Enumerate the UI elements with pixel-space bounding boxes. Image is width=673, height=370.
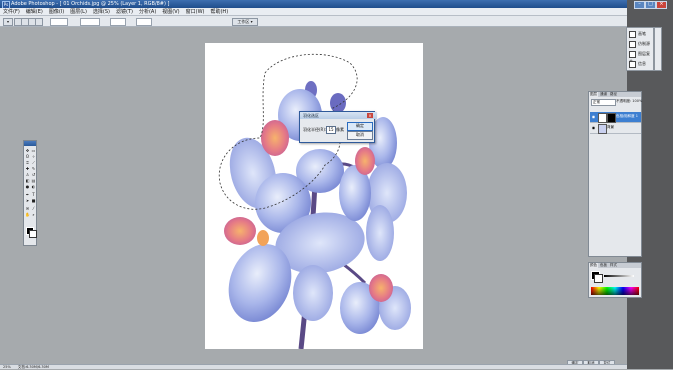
menu-select[interactable]: 选择(S)	[90, 8, 113, 15]
toolbox-header[interactable]	[24, 141, 36, 146]
menu-view[interactable]: 视图(V)	[159, 8, 182, 15]
eye-icon[interactable]: ◉	[591, 125, 596, 130]
pen-tool-icon[interactable]: ✒	[25, 192, 30, 197]
layer-thumbnail	[598, 124, 607, 134]
color-panel: 颜色 色板 样式	[588, 262, 642, 298]
tab-channels[interactable]: 通道	[599, 92, 608, 97]
dock-side-strip[interactable]	[654, 27, 662, 71]
type-tool-icon[interactable]: T	[31, 192, 36, 197]
color-panel-tabs: 颜色 色板 样式	[589, 263, 641, 268]
tab-swatches[interactable]: 色板	[599, 263, 608, 268]
minimize-button[interactable]: –	[634, 1, 645, 9]
toolbox: ✥ ▭ ʘ ✧ ⌗ ⟋ ✚ ✎ ♙ ↺ ◧ ▤ ● ◐ ✒ T ➤ ■ ✉ ⁄ …	[23, 140, 37, 246]
menu-layer[interactable]: 图层(L)	[67, 8, 90, 15]
layers-panel: 图层 通道 路径 正常 不透明度: 100% ◉ 色相/饱和度 1 ◉ 背景	[588, 91, 642, 257]
dock-item-info[interactable]: 信息	[629, 60, 653, 68]
dock-item-clone-source[interactable]: 仿制源	[629, 40, 653, 48]
eyedropper-tool-icon[interactable]: ⁄	[31, 206, 36, 211]
ok-button[interactable]: 确定	[347, 122, 373, 131]
eraser-tool-icon[interactable]: ◧	[25, 178, 30, 183]
menu-edit[interactable]: 编辑(E)	[23, 8, 46, 15]
menu-filter[interactable]: 滤镜(T)	[113, 8, 136, 15]
options-bar: ▾ 工作区 ▾	[0, 16, 627, 27]
clone-stamp-tool-icon[interactable]: ♙	[25, 172, 30, 177]
dialog-title[interactable]: 羽化选区	[300, 112, 377, 119]
eye-icon[interactable]: ◉	[591, 114, 596, 119]
hand-tool-icon[interactable]: ✋	[25, 212, 30, 217]
document-canvas[interactable]	[205, 43, 423, 350]
healing-brush-tool-icon[interactable]: ✚	[25, 166, 30, 171]
window-title: Adobe Photoshop - [ 01 Orchids.jpg @ 25%…	[11, 1, 170, 7]
blur-tool-icon[interactable]: ●	[25, 184, 30, 189]
menu-image[interactable]: 图像(I)	[46, 8, 67, 15]
marquee-tool-icon[interactable]: ▭	[31, 148, 36, 153]
background-color-swatch[interactable]	[29, 230, 37, 238]
maximize-button[interactable]: □	[645, 1, 656, 9]
collapsed-palette-dock: 画笔 仿制源 图层复合 信息	[626, 27, 654, 71]
feather-input[interactable]	[50, 18, 68, 26]
layer-name: 背景	[607, 125, 614, 129]
intersect-selection-icon[interactable]	[35, 18, 43, 26]
dock-item-brushes[interactable]: 画笔	[629, 30, 653, 38]
tool-presets-icon	[629, 40, 636, 48]
gradient-tool-icon[interactable]: ▤	[31, 178, 36, 183]
layers-panel-tabs: 图层 通道 路径	[589, 92, 641, 97]
menu-bar: 文件(F) 编辑(E) 图像(I) 图层(L) 选择(S) 滤镜(T) 分析(A…	[0, 8, 627, 16]
document-info: 文档:6.30M/6.30M	[17, 365, 49, 369]
dodge-tool-icon[interactable]: ◐	[31, 184, 36, 189]
height-input[interactable]	[136, 18, 152, 26]
layer-thumbnail	[598, 113, 607, 123]
menu-window[interactable]: 窗口(W)	[183, 8, 208, 15]
menu-help[interactable]: 帮助(H)	[207, 8, 231, 15]
tab-layers[interactable]: 图层	[589, 92, 598, 97]
layer-comps-icon	[629, 50, 636, 58]
tab-color[interactable]: 颜色	[589, 263, 598, 268]
orchid-image	[218, 53, 411, 350]
layer-row-background[interactable]: ◉ 背景	[590, 123, 641, 134]
notes-tool-icon[interactable]: ✉	[25, 206, 30, 211]
dock-item-layer-comps[interactable]: 图层复合	[629, 50, 653, 64]
layer-name: 色相/饱和度 1	[616, 114, 639, 118]
color-slider[interactable]	[604, 275, 634, 277]
tab-paths[interactable]: 路径	[609, 92, 618, 97]
move-tool-icon[interactable]: ✥	[25, 148, 30, 153]
layer-mask-thumbnail[interactable]	[607, 113, 616, 123]
menu-file[interactable]: 文件(F)	[0, 8, 23, 15]
dialog-close-icon[interactable]: ×	[367, 113, 373, 118]
history-brush-tool-icon[interactable]: ↺	[31, 172, 36, 177]
width-input[interactable]	[110, 18, 126, 26]
dock-label: 信息	[638, 61, 646, 66]
brush-tool-icon[interactable]: ✎	[31, 166, 36, 171]
style-select[interactable]	[80, 18, 100, 26]
zoom-level[interactable]: 25%	[3, 365, 11, 369]
tab-styles[interactable]: 样式	[609, 263, 618, 268]
close-button[interactable]: ×	[656, 1, 667, 9]
zoom-tool-icon[interactable]: ⌕	[31, 212, 36, 217]
opacity-field[interactable]: 不透明度: 100%	[616, 99, 642, 104]
feather-selection-dialog: 羽化选区 × 羽化半径(R): 15 像素 确定 取消	[299, 111, 377, 143]
cancel-button[interactable]: 取消	[347, 131, 373, 140]
info-icon	[629, 60, 636, 68]
tool-preset-picker[interactable]: ▾	[3, 18, 13, 26]
magic-wand-tool-icon[interactable]: ✧	[31, 154, 36, 159]
status-bar: 25% 文档:6.30M/6.30M	[0, 364, 627, 369]
feather-unit-label: 像素	[336, 127, 344, 132]
slice-tool-icon[interactable]: ⟋	[31, 160, 36, 165]
crop-tool-icon[interactable]: ⌗	[25, 160, 30, 165]
shape-tool-icon[interactable]: ■	[31, 198, 36, 203]
dock-label: 画笔	[638, 31, 646, 36]
lasso-tool-icon[interactable]: ʘ	[25, 154, 30, 159]
workspace-button[interactable]: 工作区 ▾	[232, 18, 258, 26]
feather-radius-input[interactable]: 15	[326, 126, 336, 134]
dock-label: 仿制源	[638, 41, 650, 46]
menu-analysis[interactable]: 分析(A)	[136, 8, 159, 15]
brushes-icon	[629, 30, 636, 38]
background-color-chip[interactable]	[594, 274, 603, 283]
path-selection-tool-icon[interactable]: ➤	[25, 198, 30, 203]
feather-radius-label: 羽化半径(R):	[303, 127, 327, 132]
color-ramp-shade	[591, 287, 639, 295]
layer-row-adjustment[interactable]: ◉ 色相/饱和度 1	[590, 112, 641, 123]
title-bar: Ps Adobe Photoshop - [ 01 Orchids.jpg @ …	[0, 0, 627, 9]
blend-mode-select[interactable]: 正常	[591, 99, 616, 106]
